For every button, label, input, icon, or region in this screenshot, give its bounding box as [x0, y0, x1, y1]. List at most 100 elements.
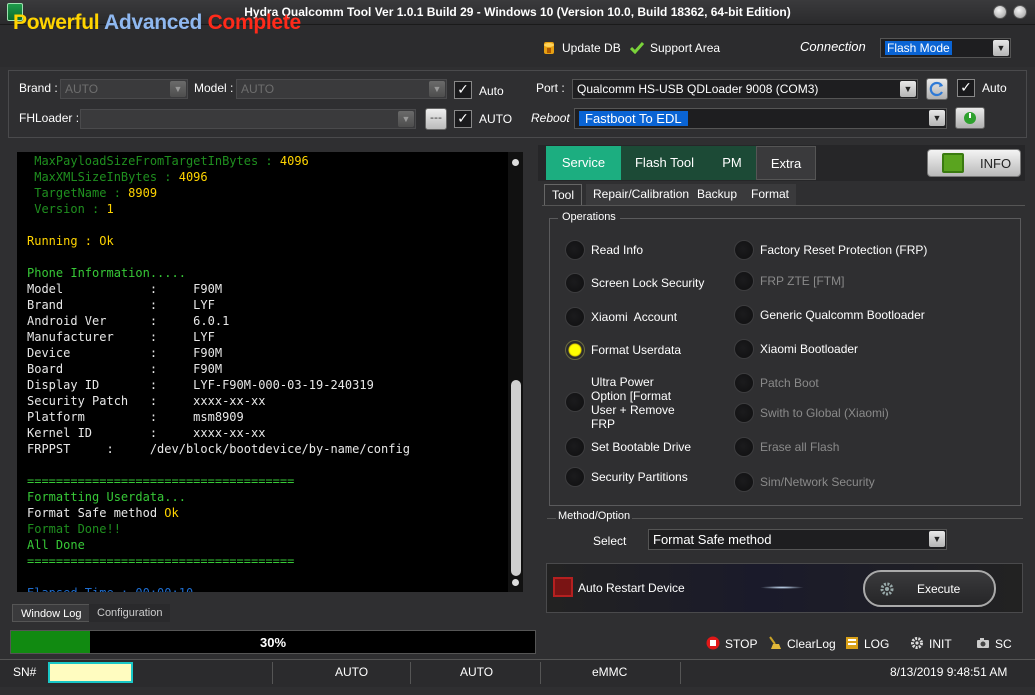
- fhloader-label: FHLoader :: [19, 111, 80, 125]
- operations-group: [549, 218, 1021, 506]
- log-line-text: Format Safe method: [27, 506, 165, 520]
- radio-label: Format Userdata: [591, 343, 682, 357]
- connection-select[interactable]: Flash Mode ▼: [880, 38, 1011, 58]
- execute-button[interactable]: Execute: [863, 570, 996, 607]
- tab-flash-tool[interactable]: Flash Tool: [621, 146, 708, 180]
- progress-percent: 30%: [259, 635, 287, 650]
- radio-indicator[interactable]: [734, 403, 754, 423]
- refresh-icon: [929, 81, 943, 97]
- log-line-value: 00:00:10: [135, 586, 193, 592]
- clear-log-label: ClearLog: [787, 637, 836, 651]
- subtab-format[interactable]: Format: [744, 184, 797, 205]
- radio-indicator[interactable]: [565, 340, 585, 360]
- auto-port-label: Auto: [982, 81, 1007, 95]
- brand-select[interactable]: AUTO ▼: [60, 79, 188, 99]
- log-line: =====================================: [27, 473, 508, 489]
- screenshot-button[interactable]: SC: [976, 636, 1012, 651]
- support-area-label: Support Area: [650, 41, 721, 55]
- subtab-tool[interactable]: Tool: [544, 184, 583, 205]
- log-button[interactable]: LOG: [845, 636, 889, 651]
- check-icon: [630, 42, 644, 54]
- log-line: Model : F90M: [27, 281, 508, 297]
- scroll-down-arrow[interactable]: [512, 579, 519, 586]
- log-line-value: 1: [106, 202, 114, 216]
- radio-indicator[interactable]: [565, 240, 585, 260]
- reboot-button[interactable]: [955, 107, 985, 129]
- stop-button[interactable]: STOP: [706, 636, 757, 651]
- info-button[interactable]: INFO: [927, 149, 1021, 177]
- method-select[interactable]: Format Safe method ▼: [648, 529, 947, 550]
- radio-indicator[interactable]: [734, 240, 754, 260]
- log-line-text: TargetName :: [27, 186, 129, 200]
- port-select[interactable]: Qualcomm HS-USB QDLoader 9008 (COM3) ▼: [572, 79, 918, 99]
- log-line: Format Safe method Ok: [27, 505, 508, 521]
- minimize-button[interactable]: [993, 5, 1007, 19]
- radio-indicator[interactable]: [734, 472, 754, 492]
- log-scrollbar[interactable]: [508, 152, 523, 592]
- subtab-backup[interactable]: Backup: [690, 184, 745, 205]
- radio-label: Sim/Network Security: [760, 475, 875, 489]
- radio-indicator[interactable]: [565, 437, 585, 457]
- tab-service[interactable]: Service: [546, 146, 621, 180]
- radio-label: Patch Boot: [760, 376, 819, 390]
- scroll-up-arrow[interactable]: [512, 159, 519, 166]
- progress-bar: 30%: [10, 630, 536, 654]
- chevron-down-icon: ▼: [900, 81, 916, 97]
- init-button[interactable]: INIT: [910, 636, 952, 651]
- reboot-value: Fastboot To EDL: [579, 111, 688, 126]
- log-line-text: Display ID :: [27, 378, 194, 392]
- port-value: Qualcomm HS-USB QDLoader 9008 (COM3): [577, 82, 819, 96]
- log-line-text: Kernel ID :: [27, 426, 194, 440]
- log-line: TargetName : 8909: [27, 185, 508, 201]
- clear-log-button[interactable]: ClearLog: [768, 636, 836, 651]
- radio-label: Security Partitions: [591, 470, 688, 484]
- log-line-value: F90M: [193, 346, 223, 360]
- radio-label: FRP ZTE [FTM]: [760, 274, 845, 288]
- reboot-select[interactable]: Fastboot To EDL ▼: [574, 108, 947, 129]
- radio-indicator[interactable]: [734, 373, 754, 393]
- radio-indicator[interactable]: [734, 339, 754, 359]
- tab-extra[interactable]: Extra: [756, 146, 816, 180]
- radio-indicator[interactable]: [734, 305, 754, 325]
- log-line-text: =====================================: [27, 474, 295, 488]
- log-line-text: Platform :: [27, 410, 194, 424]
- tab-configuration[interactable]: Configuration: [89, 604, 171, 622]
- tab-pm[interactable]: PM: [708, 146, 756, 180]
- log-line-text: Android Ver :: [27, 314, 194, 328]
- status-bar: [0, 659, 1035, 687]
- fhloader-select[interactable]: ▼: [80, 109, 416, 129]
- auto-checkbox-label: Auto: [479, 84, 504, 98]
- log-line: Version : 1: [27, 201, 508, 217]
- subtab-repair-calibration[interactable]: Repair/Calibration: [586, 184, 697, 205]
- log-line: Device : F90M: [27, 345, 508, 361]
- status-brand: AUTO: [335, 665, 369, 679]
- tab-window-log[interactable]: Window Log: [12, 604, 91, 622]
- auto-restart-checkbox[interactable]: [553, 577, 573, 597]
- auto-checkbox-fhloader[interactable]: ✓: [454, 110, 472, 128]
- update-db-link[interactable]: Update DB: [542, 41, 621, 55]
- close-button[interactable]: [1013, 5, 1027, 19]
- log-line: =====================================: [27, 553, 508, 569]
- radio-indicator[interactable]: [734, 437, 754, 457]
- log-line: MaxPayloadSizeFromTargetInBytes : 4096: [27, 153, 508, 169]
- log-label: LOG: [864, 637, 890, 651]
- execute-label: Execute: [917, 582, 961, 596]
- auto-checkbox-port[interactable]: ✓: [957, 79, 975, 97]
- scrollbar-thumb[interactable]: [511, 380, 521, 576]
- status-divider: [540, 662, 541, 684]
- radio-indicator[interactable]: [565, 307, 585, 327]
- radio-indicator[interactable]: [565, 273, 585, 293]
- status-divider: [680, 662, 681, 684]
- log-line-value: LYF: [193, 298, 215, 312]
- brand-word-complete: Complete: [207, 11, 302, 34]
- model-select[interactable]: AUTO ▼: [236, 79, 447, 99]
- browse-fhloader-button[interactable]: ---: [425, 108, 447, 130]
- radio-indicator[interactable]: [734, 271, 754, 291]
- radio-indicator[interactable]: [565, 467, 585, 487]
- support-area-link[interactable]: Support Area: [630, 41, 720, 55]
- radio-indicator[interactable]: [565, 392, 585, 412]
- refresh-port-button[interactable]: [926, 78, 948, 100]
- sn-field[interactable]: [48, 662, 133, 683]
- auto-checkbox-model[interactable]: ✓: [454, 81, 472, 99]
- log-line-text: Elapsed Time :: [27, 586, 135, 592]
